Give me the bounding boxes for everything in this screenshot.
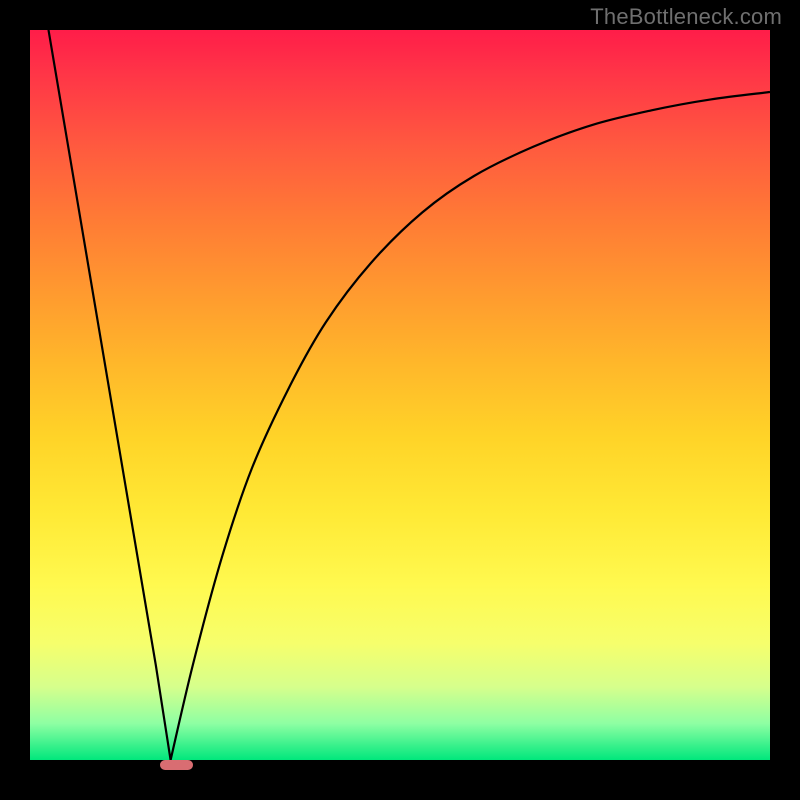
bottleneck-curve [30,30,770,760]
curve-path [49,30,771,760]
watermark-text: TheBottleneck.com [590,4,782,30]
chart-container: TheBottleneck.com [0,0,800,800]
optimum-marker [160,760,193,770]
baseline-band [30,760,770,770]
plot-area [30,30,770,760]
